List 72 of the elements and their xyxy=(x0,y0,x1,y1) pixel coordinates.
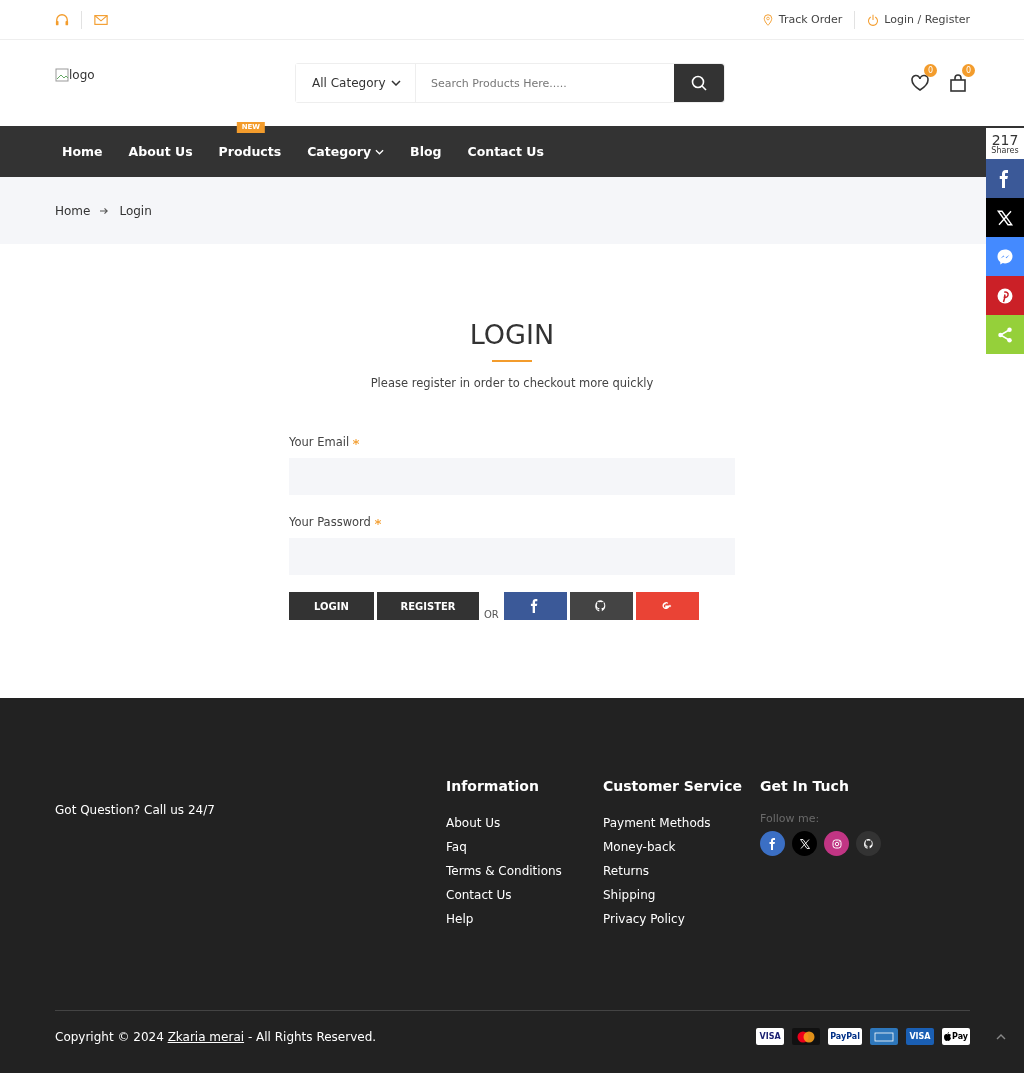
social-login-button[interactable] xyxy=(569,592,633,620)
contact-text: Got Question? Call us 24/7 xyxy=(55,803,216,817)
pinterest-icon xyxy=(996,286,1014,305)
nav-link[interactable]: Blog xyxy=(398,144,456,159)
footer-link[interactable]: Returns xyxy=(603,864,760,878)
breadcrumb-item[interactable]: Home xyxy=(55,203,91,218)
copyright-text: Copyright © 2024 Zkaria merai - All Rights Reserved. xyxy=(55,1029,377,1044)
footer-link[interactable]: Contact Us xyxy=(446,888,603,902)
payment-card-icon: PayPal xyxy=(828,1028,862,1045)
instagram-icon xyxy=(830,837,843,850)
share-button[interactable] xyxy=(986,198,1024,237)
footer-link[interactable]: Money-back xyxy=(603,840,760,854)
messenger-icon xyxy=(996,247,1014,266)
chevron-up-icon[interactable] xyxy=(996,1034,1006,1040)
nav-link[interactable]: Home xyxy=(50,144,117,159)
x-logo-icon xyxy=(996,208,1014,227)
shopping-bag-icon[interactable] xyxy=(948,73,968,93)
map-pin-icon xyxy=(761,12,774,27)
title-underline xyxy=(492,360,532,362)
share-icon xyxy=(996,325,1014,344)
column-heading: Information xyxy=(446,778,540,794)
footer-link[interactable]: Help xyxy=(446,912,603,926)
github-icon xyxy=(862,837,875,850)
social-login-button[interactable] xyxy=(503,592,567,620)
payment-card-icon xyxy=(870,1028,898,1045)
breadcrumb-item: Login xyxy=(119,203,152,218)
footer-link[interactable]: Terms & Conditions xyxy=(446,864,603,878)
count-badge: 0 xyxy=(962,64,975,77)
page-title: LOGIN xyxy=(469,319,555,350)
field-label: Your Email xyxy=(289,435,350,449)
footer-link[interactable]: Faq xyxy=(446,840,603,854)
count-badge: 0 xyxy=(924,64,937,77)
chevron-down-icon xyxy=(391,80,401,86)
subtitle-text: Please register in order to checkout more quickly xyxy=(370,376,654,390)
footer-link[interactable]: Privacy Policy xyxy=(603,912,760,926)
author-link[interactable]: Zkaria merai xyxy=(167,1029,245,1044)
heart-icon[interactable] xyxy=(910,73,930,93)
payment-card-icon: VISA xyxy=(906,1028,934,1045)
payment-card-icon xyxy=(792,1028,821,1045)
topbar-link[interactable]: Track Order xyxy=(761,12,843,27)
footer-link[interactable]: Payment Methods xyxy=(603,816,760,830)
social-link[interactable] xyxy=(760,831,785,856)
search-button[interactable] xyxy=(674,64,724,102)
nav-link[interactable]: Category xyxy=(295,144,399,159)
share-count-number: 217 xyxy=(991,132,1019,147)
social-link[interactable] xyxy=(792,831,817,856)
footer-link[interactable]: Shipping xyxy=(603,888,760,902)
payment-card-icon: VISA xyxy=(756,1028,785,1045)
column-heading: Customer Service xyxy=(603,778,743,794)
power-icon xyxy=(867,12,880,27)
arrow-right-icon xyxy=(100,206,110,215)
broken-image-icon xyxy=(55,68,69,82)
logo-alt-text: logo xyxy=(69,68,95,82)
social-link[interactable] xyxy=(824,831,849,856)
shares-label: Shares xyxy=(991,146,1019,155)
or-text: OR xyxy=(483,609,500,620)
column-heading: Get In Tuch xyxy=(760,778,850,794)
share-button[interactable] xyxy=(986,159,1024,198)
follow-label: Follow me: xyxy=(760,812,821,825)
footer-link[interactable]: About Us xyxy=(446,816,603,830)
category-dropdown[interactable]: All Category xyxy=(296,64,416,102)
topbar-link[interactable]: Login / Register xyxy=(867,12,970,27)
nav-link[interactable]: About Us xyxy=(116,144,207,159)
social-link[interactable] xyxy=(856,831,881,856)
register-button[interactable]: REGISTER xyxy=(377,592,479,620)
payment-card-icon: Pay xyxy=(942,1028,970,1045)
login-button[interactable]: LOGIN xyxy=(289,592,374,620)
x-logo-icon xyxy=(798,837,811,850)
nav-link[interactable]: Contact Us xyxy=(455,144,558,159)
search-icon xyxy=(691,75,707,91)
search-bar[interactable]: All Category Search Products Here..... xyxy=(295,63,725,103)
field-label: Your Password xyxy=(289,515,371,529)
